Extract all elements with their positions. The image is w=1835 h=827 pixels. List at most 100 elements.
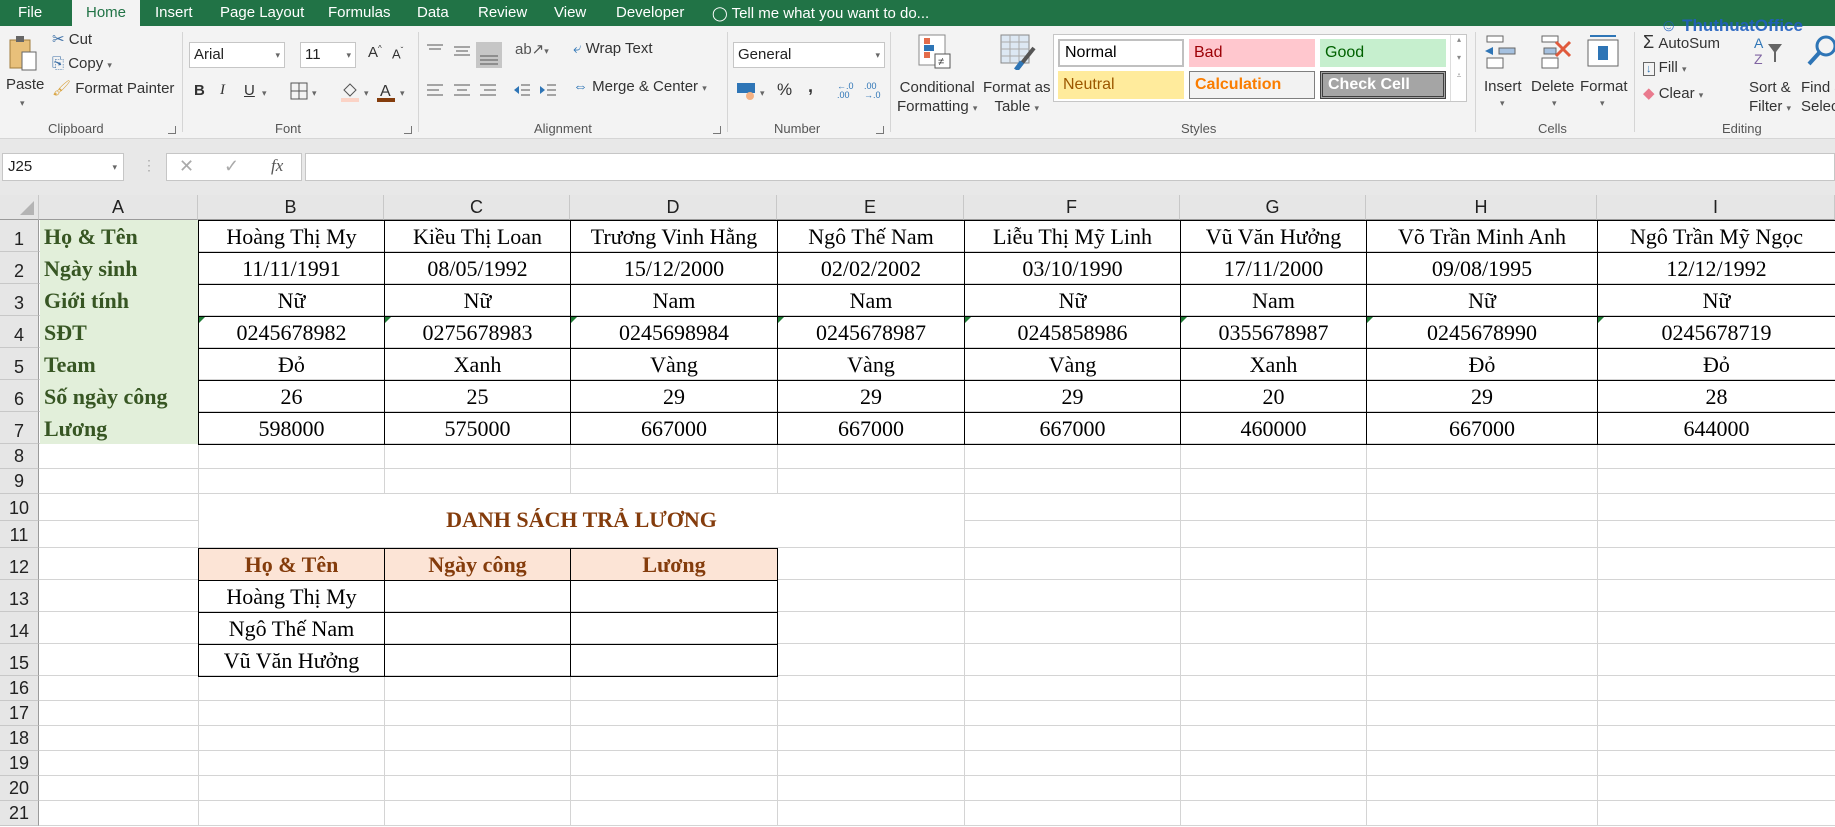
number-format-select[interactable]: General ▾: [733, 42, 885, 68]
data-cell[interactable]: Kiều Thị Loan: [384, 220, 571, 253]
font-color-icon[interactable]: A: [376, 80, 396, 107]
align-left-icon[interactable]: [425, 81, 445, 104]
payroll-cell[interactable]: [384, 612, 571, 645]
delete-cells-icon[interactable]: [1538, 34, 1574, 75]
merge-center-button[interactable]: ⇔ Merge & Center ▾: [573, 78, 707, 95]
format-dropdown[interactable]: ▾: [1600, 98, 1605, 109]
row-header[interactable]: 9: [0, 469, 39, 494]
percent-style-button[interactable]: %: [777, 80, 792, 100]
data-cell[interactable]: 0245698984: [570, 316, 778, 349]
data-cell[interactable]: Trương Vinh Hằng: [570, 220, 778, 253]
payroll-cell[interactable]: [570, 644, 778, 677]
data-cell[interactable]: 667000: [964, 412, 1181, 445]
data-cell[interactable]: Hoàng Thị My: [198, 220, 385, 253]
paste-dropdown[interactable]: ▾: [20, 98, 25, 109]
column-header[interactable]: A: [39, 195, 198, 220]
data-cell[interactable]: Liễu Thị Mỹ Linh: [964, 220, 1181, 253]
row-header[interactable]: 10: [0, 494, 39, 521]
payroll-cell[interactable]: Vũ Văn Hưởng: [198, 644, 385, 677]
paste-button[interactable]: Paste: [6, 76, 44, 93]
data-cell[interactable]: 0245678719: [1597, 316, 1835, 349]
tab-review[interactable]: Review: [468, 0, 537, 26]
column-header[interactable]: D: [570, 195, 777, 220]
style-check-cell[interactable]: Check Cell: [1320, 71, 1446, 99]
data-cell[interactable]: Vàng: [777, 348, 965, 381]
number-launcher-icon[interactable]: [876, 126, 884, 134]
payroll-cell[interactable]: Ngô Thế Nam: [198, 612, 385, 645]
row-header[interactable]: 15: [0, 644, 39, 676]
row-label-cell[interactable]: Giới tính: [40, 284, 198, 316]
style-good[interactable]: Good: [1320, 39, 1446, 67]
data-cell[interactable]: 460000: [1180, 412, 1367, 445]
data-cell[interactable]: 0245678990: [1366, 316, 1598, 349]
decrease-font-icon[interactable]: Aˇ: [392, 46, 403, 61]
payroll-cell[interactable]: [384, 580, 571, 613]
column-header[interactable]: B: [198, 195, 384, 220]
enter-icon[interactable]: ✓: [224, 156, 239, 177]
style-normal[interactable]: Normal: [1058, 39, 1184, 67]
data-cell[interactable]: 667000: [570, 412, 778, 445]
insert-dropdown[interactable]: ▾: [1500, 98, 1505, 109]
insert-cells-icon[interactable]: [1483, 34, 1519, 75]
data-cell[interactable]: Nữ: [1366, 284, 1598, 317]
underline-dropdown[interactable]: ▾: [262, 88, 267, 99]
data-cell[interactable]: 29: [964, 380, 1181, 413]
tab-home[interactable]: Home: [72, 0, 140, 26]
data-cell[interactable]: 0245858986: [964, 316, 1181, 349]
row-header[interactable]: 14: [0, 612, 39, 644]
data-cell[interactable]: 25: [384, 380, 571, 413]
row-header[interactable]: 5: [0, 348, 39, 380]
style-bad[interactable]: Bad: [1189, 39, 1315, 67]
data-cell[interactable]: Xanh: [384, 348, 571, 381]
column-header[interactable]: E: [777, 195, 964, 220]
row-header[interactable]: 11: [0, 521, 39, 548]
data-cell[interactable]: Vàng: [964, 348, 1181, 381]
payroll-cell[interactable]: [570, 580, 778, 613]
align-top-icon[interactable]: [425, 40, 445, 65]
row-header[interactable]: 17: [0, 701, 39, 726]
row-header[interactable]: 13: [0, 580, 39, 612]
row-header[interactable]: 20: [0, 776, 39, 801]
data-cell[interactable]: 667000: [1366, 412, 1598, 445]
data-cell[interactable]: 598000: [198, 412, 385, 445]
column-header[interactable]: H: [1366, 195, 1597, 220]
tab-developer[interactable]: Developer: [606, 0, 694, 26]
cut-button[interactable]: ✂ Cut: [52, 30, 92, 48]
wrap-text-button[interactable]: ⤶ Wrap Text: [573, 40, 653, 57]
data-cell[interactable]: Ngô Trần Mỹ Ngọc: [1597, 220, 1835, 253]
payroll-header-cell[interactable]: Họ & Tên: [198, 548, 385, 581]
tab-page-layout[interactable]: Page Layout: [210, 0, 314, 26]
tab-data[interactable]: Data: [407, 0, 459, 26]
sort-filter-button[interactable]: Sort & Filter ▾: [1749, 78, 1791, 118]
data-cell[interactable]: 0245678982: [198, 316, 385, 349]
fill-color-icon[interactable]: [340, 80, 360, 107]
row-header[interactable]: 1: [0, 220, 39, 252]
name-box[interactable]: J25 ▾: [2, 153, 124, 181]
data-cell[interactable]: 17/11/2000: [1180, 252, 1367, 285]
delete-dropdown[interactable]: ▾: [1552, 98, 1557, 109]
align-middle-icon[interactable]: [452, 40, 472, 65]
data-cell[interactable]: 29: [570, 380, 778, 413]
delete-cells-button[interactable]: Delete: [1531, 78, 1574, 95]
increase-font-icon[interactable]: A^: [368, 44, 382, 61]
clear-button[interactable]: ◆ Clear ▾: [1643, 84, 1703, 102]
decrease-indent-icon[interactable]: [512, 81, 532, 104]
data-cell[interactable]: Nữ: [384, 284, 571, 317]
row-header[interactable]: 6: [0, 380, 39, 412]
data-cell[interactable]: Vàng: [570, 348, 778, 381]
styles-gallery-scroll[interactable]: ▴ ▾ ⩡: [1450, 35, 1467, 101]
row-header[interactable]: 3: [0, 284, 39, 316]
data-cell[interactable]: Nam: [777, 284, 965, 317]
align-bottom-icon[interactable]: [476, 42, 502, 68]
find-select-icon[interactable]: [1806, 34, 1835, 73]
sort-filter-icon[interactable]: AZ: [1752, 34, 1786, 73]
decrease-decimal-icon[interactable]: .00 →.0: [864, 82, 881, 100]
comma-style-button[interactable]: ,: [808, 76, 813, 97]
row-header[interactable]: 18: [0, 726, 39, 751]
data-cell[interactable]: 03/10/1990: [964, 252, 1181, 285]
data-cell[interactable]: 12/12/1992: [1597, 252, 1835, 285]
row-header[interactable]: 19: [0, 751, 39, 776]
formula-bar-grip[interactable]: ⋮: [142, 157, 156, 174]
tab-insert[interactable]: Insert: [145, 0, 203, 26]
conditional-formatting-icon[interactable]: ≠: [918, 34, 952, 75]
